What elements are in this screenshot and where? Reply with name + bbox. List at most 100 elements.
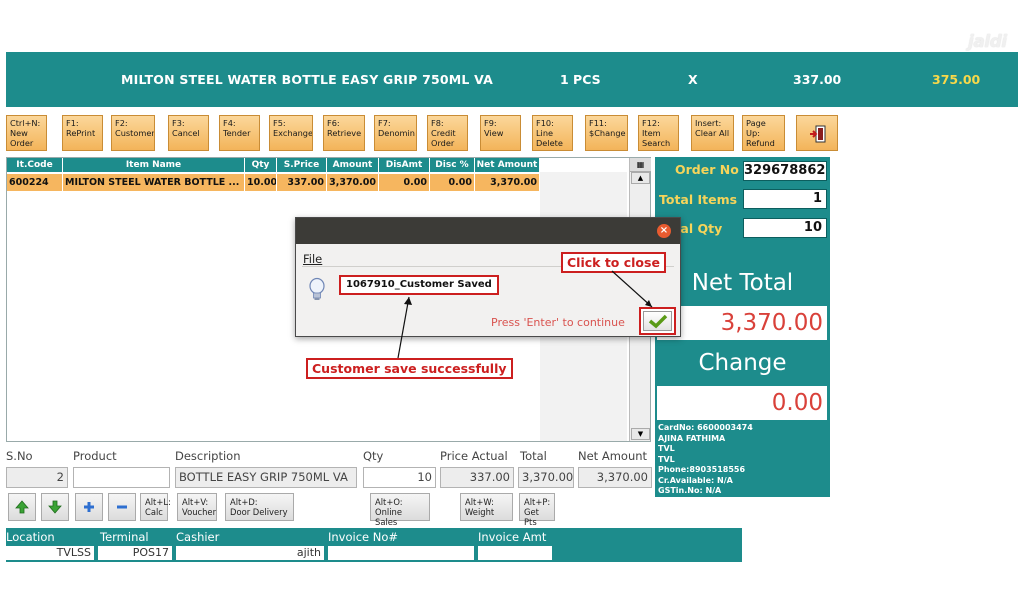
- col-header-net-amount[interactable]: Net Amount: [475, 158, 540, 172]
- denomination-button[interactable]: F7: Denomin: [374, 115, 417, 151]
- item-search-button[interactable]: F12: Item Search: [638, 115, 679, 151]
- status-footer: Location Terminal Cashier Invoice No# In…: [6, 528, 742, 562]
- col-header-sprice[interactable]: S.Price: [277, 158, 327, 172]
- customer-info: CardNo: 6600003474 AJINA FATHIMA TVL TVL…: [658, 423, 753, 497]
- close-icon[interactable]: ×: [657, 224, 671, 238]
- checkmark-icon: [648, 314, 667, 329]
- table-row-cell-net-amount[interactable]: 3,370.00: [475, 174, 540, 191]
- scanned-item-total: 375.00: [932, 72, 981, 87]
- col-header-itcode[interactable]: It.Code: [7, 158, 63, 172]
- dialog-title-bar[interactable]: [296, 218, 680, 244]
- table-row-cell-disamt[interactable]: 0.00: [379, 174, 430, 191]
- change-value: 0.00: [657, 386, 827, 420]
- arrow-up-icon: [15, 500, 29, 514]
- invoice-no-label: Invoice No#: [328, 530, 399, 544]
- exit-door-icon: [809, 125, 825, 143]
- scanned-item-price: 337.00: [793, 72, 842, 87]
- door-delivery-button[interactable]: Alt+D: Door Delivery: [225, 493, 294, 521]
- ok-button[interactable]: [639, 307, 676, 335]
- table-row-cell-qty[interactable]: 10.00: [245, 174, 277, 191]
- file-menu-label[interactable]: File: [303, 252, 322, 266]
- net-amount-label: Net Amount: [578, 449, 648, 463]
- customer-saved-dialog: × File 1067910_Customer Saved Press 'Ent…: [295, 217, 681, 337]
- description-label: Description: [175, 449, 241, 463]
- total-label: Total: [520, 449, 547, 463]
- total-items-value: 1: [743, 189, 827, 209]
- table-row-cell-item-name[interactable]: MILTON STEEL WATER BOTTLE ...: [63, 174, 245, 191]
- cashier-label: Cashier: [176, 530, 220, 544]
- dialog-menu-file[interactable]: File: [303, 252, 322, 266]
- price-actual-label: Price Actual: [440, 449, 508, 463]
- decrease-qty-button[interactable]: [108, 493, 136, 521]
- change-button[interactable]: F11: $Change: [585, 115, 628, 151]
- ok-button-face[interactable]: [643, 311, 672, 331]
- customer-credit: Cr.Available: N/A: [658, 475, 733, 485]
- change-label: Change: [698, 350, 787, 376]
- line-delete-button[interactable]: F10: Line Delete: [532, 115, 573, 151]
- sno-field[interactable]: 2: [6, 467, 68, 488]
- col-header-amount[interactable]: Amount: [327, 158, 379, 172]
- voucher-button[interactable]: Alt+V: Voucher: [177, 493, 217, 521]
- click-to-close-callout: Click to close: [561, 252, 666, 273]
- terminal-value: POS17: [98, 546, 172, 560]
- online-sales-button[interactable]: Alt+O: Online Sales: [370, 493, 430, 527]
- dialog-message: 1067910_Customer Saved: [339, 275, 499, 295]
- customer-button[interactable]: F2: Customer: [111, 115, 155, 151]
- col-header-item-name[interactable]: Item Name: [63, 158, 245, 172]
- move-down-button[interactable]: [41, 493, 69, 521]
- sno-label: S.No: [6, 449, 33, 463]
- qty-label: Qty: [363, 449, 384, 463]
- net-total-label: Net Total: [691, 270, 794, 296]
- refund-button[interactable]: Page Up: Refund: [742, 115, 785, 151]
- scroll-down-icon[interactable]: ▼: [631, 428, 650, 440]
- calc-button[interactable]: Alt+L: Calc: [140, 493, 171, 521]
- total-items-label: Total Items: [659, 192, 738, 207]
- exchange-button[interactable]: F5: Exchange: [269, 115, 313, 151]
- terminal-label: Terminal: [100, 530, 149, 544]
- cashier-value: ajith: [176, 546, 324, 560]
- scanned-item-qty: 1 PCS: [560, 72, 601, 87]
- description-field[interactable]: BOTTLE EASY GRIP 750ML VA: [175, 467, 357, 488]
- weight-button[interactable]: Alt+W: Weight: [460, 493, 513, 521]
- exit-button[interactable]: [796, 115, 838, 151]
- table-row-cell-sprice[interactable]: 337.00: [277, 174, 327, 191]
- total-field[interactable]: 3,370.00: [518, 467, 574, 488]
- col-header-qty[interactable]: Qty: [245, 158, 277, 172]
- customer-gstin: GSTin.No: N/A: [658, 486, 722, 495]
- customer-card-no: CardNo: 6600003474: [658, 423, 753, 432]
- lightbulb-icon: [309, 277, 325, 300]
- new-order-button[interactable]: Ctrl+N: New Order: [6, 115, 47, 151]
- invoice-amt-label: Invoice Amt: [478, 530, 547, 544]
- invoice-amt-value: [478, 546, 552, 560]
- location-label: Location: [6, 530, 55, 544]
- invoice-no-value: [328, 546, 474, 560]
- qty-input[interactable]: 10: [363, 467, 436, 488]
- move-up-button[interactable]: [8, 493, 36, 521]
- clear-all-button[interactable]: Insert: Clear All: [691, 115, 734, 151]
- table-row-cell-disc-pct[interactable]: 0.00: [430, 174, 475, 191]
- minus-icon: [117, 505, 127, 509]
- customer-address-2: TVL: [658, 454, 675, 464]
- table-row-cell-amount[interactable]: 3,370.00: [327, 174, 379, 191]
- product-input[interactable]: [73, 467, 170, 488]
- table-row-cell-itcode[interactable]: 600224: [7, 174, 63, 191]
- customer-phone: Phone:8903518556: [658, 465, 746, 474]
- retrieve-button[interactable]: F6: Retrieve: [323, 115, 365, 151]
- customer-address-1: TVL: [658, 444, 675, 453]
- scroll-up-icon[interactable]: ▲: [631, 172, 650, 184]
- view-button[interactable]: F9: View: [480, 115, 521, 151]
- net-amount-field[interactable]: 3,370.00: [578, 467, 652, 488]
- price-actual-field[interactable]: 337.00: [440, 467, 514, 488]
- last-scanned-item-bar: MILTON STEEL WATER BOTTLE EASY GRIP 750M…: [6, 52, 1018, 107]
- multiply-sign: X: [688, 72, 698, 87]
- col-header-disamt[interactable]: DisAmt: [379, 158, 430, 172]
- increase-qty-button[interactable]: [75, 493, 103, 521]
- tender-button[interactable]: F4: Tender: [219, 115, 260, 151]
- reprint-button[interactable]: F1: RePrint: [62, 115, 103, 151]
- column-chooser-icon[interactable]: ▦: [630, 158, 651, 172]
- col-header-disc-pct[interactable]: Disc %: [430, 158, 475, 172]
- credit-order-button[interactable]: F8: Credit Order: [427, 115, 468, 151]
- get-points-button[interactable]: Alt+P: Get Pts: [519, 493, 555, 527]
- scanned-item-name: MILTON STEEL WATER BOTTLE EASY GRIP 750M…: [121, 72, 494, 87]
- cancel-button[interactable]: F3: Cancel: [168, 115, 209, 151]
